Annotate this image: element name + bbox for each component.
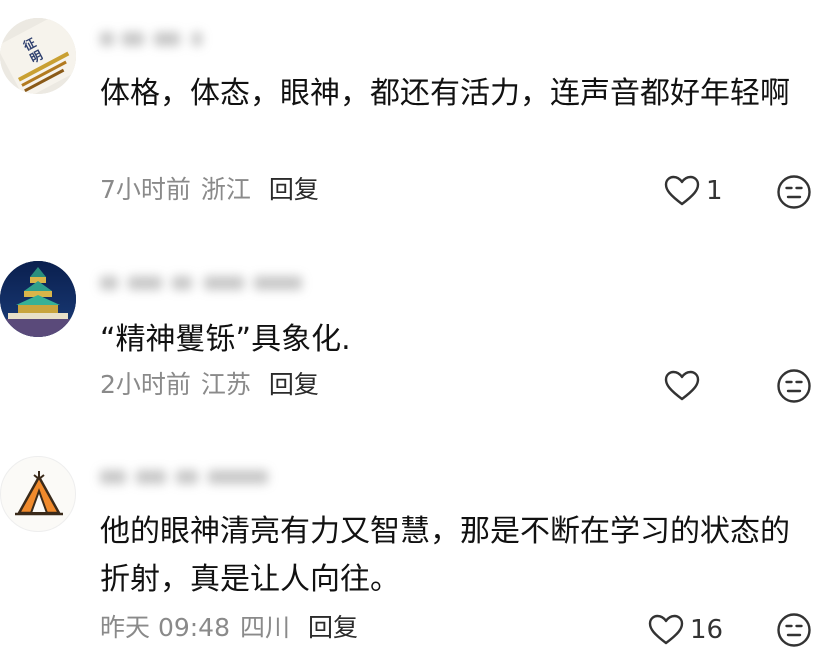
- comment-location: 四川: [240, 613, 291, 642]
- comment-location: 浙江: [200, 175, 251, 204]
- comment-meta: 7小时前 浙江 回复: [100, 173, 319, 207]
- neutral-face-icon[interactable]: [776, 174, 812, 210]
- heart-outline-icon: [664, 175, 700, 206]
- username-blurred[interactable]: [100, 464, 320, 490]
- comment-text: 体格，体态，眼神，都还有活力，连声音都好年轻啊: [100, 76, 790, 111]
- like-count: 1: [706, 176, 723, 206]
- username-blurred[interactable]: [100, 270, 320, 296]
- heart-outline-icon: [648, 614, 684, 645]
- comment-time: 2小时前: [100, 370, 191, 399]
- avatar[interactable]: 征 明: [0, 18, 76, 94]
- temple-of-heaven-avatar-icon: [0, 261, 76, 337]
- username-blurred[interactable]: [100, 26, 320, 52]
- reply-button[interactable]: 回复: [269, 370, 319, 399]
- like-count: 16: [690, 615, 724, 645]
- tent-avatar-icon: [15, 471, 63, 516]
- comment-meta: 2小时前 江苏 回复: [100, 368, 319, 402]
- avatar[interactable]: [0, 261, 76, 337]
- comment-location: 江苏: [200, 370, 251, 399]
- neutral-face-icon[interactable]: [776, 612, 812, 648]
- comment-text: 他的眼神清亮有力又智慧，那是不断在学习的状态的折射，真是让人向往。: [100, 514, 790, 597]
- like-button[interactable]: 16: [648, 610, 723, 650]
- reply-button[interactable]: 回复: [269, 175, 319, 204]
- comment-meta: 昨天 09:48 四川 回复: [100, 611, 358, 645]
- like-button[interactable]: [664, 366, 706, 406]
- comment-time: 昨天 09:48: [100, 613, 230, 642]
- comment-text: “精神矍铄”具象化.: [100, 322, 351, 357]
- heart-outline-icon: [664, 370, 700, 401]
- book-cover-avatar-icon: 征 明: [0, 18, 76, 94]
- neutral-face-icon[interactable]: [776, 368, 812, 404]
- avatar[interactable]: [0, 456, 76, 532]
- like-button[interactable]: 1: [664, 171, 723, 211]
- reply-button[interactable]: 回复: [308, 613, 358, 642]
- comment-time: 7小时前: [100, 175, 191, 204]
